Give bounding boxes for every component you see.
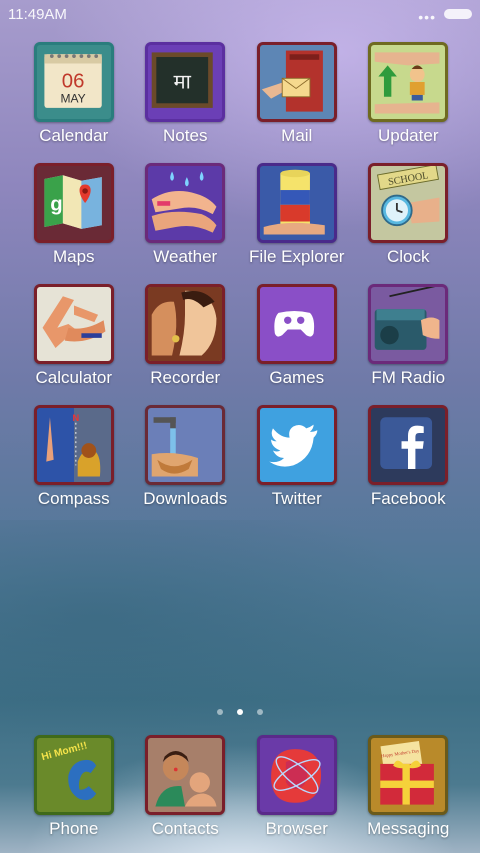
app-file-explorer[interactable]: File Explorer [241,163,353,267]
app-label: Downloads [143,489,228,508]
app-updater[interactable]: Updater [353,42,465,146]
status-bar: 11:49AM ••• [0,0,480,28]
app-label: Browser [265,819,328,838]
dock: Hi Mom!!! Phone Contacts Browser Happy M… [18,735,464,839]
app-label: Updater [378,126,439,145]
weather-icon [145,163,226,243]
compass-icon: N [33,405,114,485]
games-icon [256,284,337,364]
facebook-icon [368,405,449,485]
file-explorer-icon [256,163,337,243]
app-weather[interactable]: Weather [130,163,242,267]
app-calculator[interactable]: Calculator [18,284,130,388]
page-indicator[interactable] [0,702,480,720]
app-label: Clock [386,247,430,266]
app-compass[interactable]: N Compass [18,405,130,509]
app-label: Contacts [151,819,219,838]
app-maps[interactable]: g Maps [18,163,130,267]
app-label: Twitter [271,489,322,508]
updater-icon [368,42,449,122]
notes-icon: मा [145,42,226,122]
dock-phone[interactable]: Hi Mom!!! Phone [18,735,130,839]
app-notes[interactable]: मा Notes [130,42,242,146]
app-label: Recorder [150,368,221,387]
app-label: File Explorer [249,247,345,266]
app-label: Calendar [39,126,109,145]
app-twitter[interactable]: Twitter [241,405,353,509]
status-time: 11:49AM [8,6,67,23]
dock-browser[interactable]: Browser [241,735,353,839]
clock-icon: SCHOOL [368,163,449,243]
calendar-month: MAY [60,91,85,105]
app-label: Mail [281,126,313,145]
app-facebook[interactable]: Facebook [353,405,465,509]
phone-icon: Hi Mom!!! [33,735,114,815]
app-mail[interactable]: Mail [241,42,353,146]
app-label: Games [269,368,325,387]
calendar-day: 06 [62,71,85,93]
downloads-icon [145,405,226,485]
app-downloads[interactable]: Downloads [130,405,242,509]
notes-chalk-text: मा [174,69,192,93]
app-label: Weather [153,247,218,266]
twitter-icon [256,405,337,485]
svg-text:g: g [50,193,62,215]
dock-contacts[interactable]: Contacts [130,735,242,839]
app-fm-radio[interactable]: FM Radio [353,284,465,388]
app-games[interactable]: Games [241,284,353,388]
app-label: Messaging [367,819,450,838]
page-dot[interactable] [217,709,223,715]
mail-icon [256,42,337,122]
dock-messaging[interactable]: Happy Mother's Day Messaging [353,735,465,839]
calculator-icon [33,284,114,364]
app-grid: 06 MAY Calendar मा Notes Mail Updater g … [18,42,464,509]
wallpaper-mountains [0,520,480,760]
maps-icon: g [33,163,114,243]
app-label: Maps [52,247,95,266]
fm-radio-icon [368,284,449,364]
recorder-icon [145,284,226,364]
app-label: Phone [49,819,99,838]
app-label: Calculator [35,368,113,387]
messaging-icon: Happy Mother's Day [368,735,449,815]
app-clock[interactable]: SCHOOL Clock [353,163,465,267]
browser-icon [256,735,337,815]
app-label: Notes [163,126,208,145]
compass-north-label: N [72,413,79,423]
page-dot[interactable] [257,709,263,715]
battery-icon [444,9,472,19]
app-label: Compass [37,489,110,508]
calendar-icon: 06 MAY [33,42,114,122]
app-label: FM Radio [371,368,446,387]
phone-bubble-text: Hi Mom!!! [40,740,88,763]
app-label: Facebook [370,489,446,508]
page-dot-active[interactable] [237,709,243,715]
app-recorder[interactable]: Recorder [130,284,242,388]
app-calendar[interactable]: 06 MAY Calendar [18,42,130,146]
contacts-icon [145,735,226,815]
signal-dots-icon: ••• [418,9,436,25]
